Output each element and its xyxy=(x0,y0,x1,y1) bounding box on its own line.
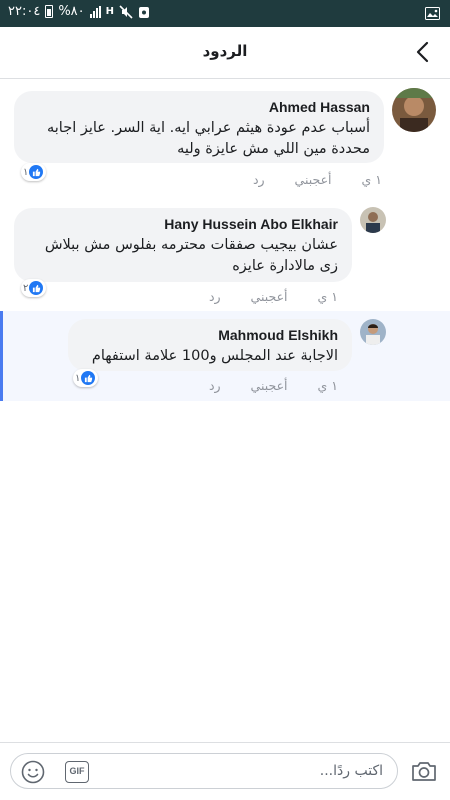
page-title: الردود xyxy=(202,42,248,60)
avatar[interactable] xyxy=(360,319,386,345)
like-button[interactable]: أعجبني xyxy=(251,378,288,393)
like-reaction-icon xyxy=(29,165,44,179)
signal-icon xyxy=(89,5,101,18)
gallery-icon xyxy=(425,5,440,24)
comment-time: ١ ي xyxy=(317,289,338,304)
comment-actions: ١ ي أعجبني رد xyxy=(209,289,338,304)
status-time: ٢٢:٠٤ xyxy=(8,4,41,19)
like-button[interactable]: أعجبني xyxy=(251,289,288,304)
comment-bubble: Mahmoud Elshikh الاجابة عند المجلس و100 … xyxy=(68,319,352,371)
comment-actions: ١ ي أعجبني رد xyxy=(253,172,382,187)
gif-icon[interactable]: GIF xyxy=(65,761,89,783)
comment-text: أسباب عدم عودة هيثم عرابي ايه. اية السر.… xyxy=(47,120,370,157)
replies-header: الردود xyxy=(0,27,450,79)
comment-actions: ١ ي أعجبني رد xyxy=(209,378,338,393)
network-type: H xyxy=(105,6,115,17)
like-button[interactable]: أعجبني xyxy=(295,172,332,187)
reply-composer: GIF اكتب ردًا... xyxy=(0,742,450,800)
comment-author[interactable]: Mahmoud Elshikh xyxy=(82,327,338,343)
reaction-count[interactable]: ١ xyxy=(73,369,99,387)
emoji-icon[interactable] xyxy=(21,760,45,784)
reply-input[interactable]: GIF اكتب ردًا... xyxy=(10,753,398,789)
battery-percent: %٨٠ xyxy=(58,4,85,19)
reaction-count[interactable]: ١ xyxy=(21,163,47,181)
camera-icon[interactable] xyxy=(410,757,438,785)
comment-text: الاجابة عند المجلس و100 علامة استفهام xyxy=(91,348,338,364)
notification-icon xyxy=(139,6,150,18)
reply-button[interactable]: رد xyxy=(209,289,221,304)
avatar[interactable] xyxy=(360,207,386,233)
battery-icon xyxy=(45,5,54,18)
like-reaction-icon xyxy=(81,371,96,385)
comment-bubble: Hany Hussein Abo Elkhair عشان بيجيب صفقا… xyxy=(14,208,352,282)
reaction-number: ١ xyxy=(75,372,81,384)
avatar[interactable] xyxy=(392,88,436,132)
comment-time: ١ ي xyxy=(317,378,338,393)
comment-author[interactable]: Ahmed Hassan xyxy=(28,99,370,115)
reaction-number: ٢ xyxy=(23,282,29,294)
like-reaction-icon xyxy=(29,281,44,295)
mute-icon xyxy=(119,4,133,19)
status-bar: ٢٢:٠٤ %٨٠ H xyxy=(0,0,450,27)
status-bar-indicators: ٢٢:٠٤ %٨٠ H xyxy=(8,4,150,19)
reply-button[interactable]: رد xyxy=(253,172,265,187)
comment-text: عشان بيجيب صفقات محترمه بفلوس مش ببلاش ز… xyxy=(44,237,338,274)
comment-time: ١ ي xyxy=(361,172,382,187)
comment-bubble: Ahmed Hassan أسباب عدم عودة هيثم عرابي ا… xyxy=(14,91,384,163)
reaction-number: ١ xyxy=(23,166,29,178)
reply-placeholder: اكتب ردًا... xyxy=(319,763,383,779)
comment-author[interactable]: Hany Hussein Abo Elkhair xyxy=(28,216,338,232)
reaction-count[interactable]: ٢ xyxy=(21,279,47,297)
back-chevron-icon[interactable] xyxy=(412,40,436,64)
reply-button[interactable]: رد xyxy=(209,378,221,393)
